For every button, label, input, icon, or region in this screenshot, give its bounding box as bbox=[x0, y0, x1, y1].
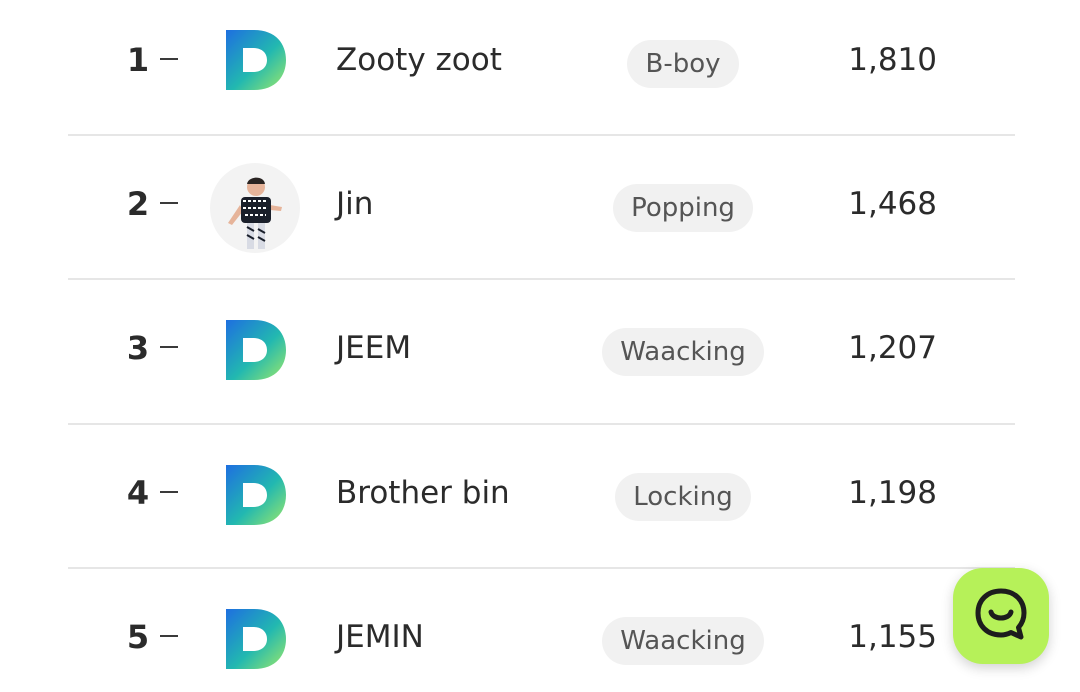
genre-badge-wrap: Waacking bbox=[560, 617, 806, 665]
d-logo-icon[interactable] bbox=[210, 15, 300, 105]
ranking-row[interactable]: 5 JEMIN Waacking 1,155 bbox=[0, 567, 1080, 692]
ranking-list: 1 Zooty zoot B-boy 1,810 2 Jin Popping 1… bbox=[0, 0, 1080, 692]
d-logo-icon[interactable] bbox=[210, 305, 300, 395]
dancer-avatar-photo[interactable] bbox=[210, 163, 300, 253]
chat-button[interactable] bbox=[953, 568, 1049, 664]
genre-badge: Waacking bbox=[602, 328, 764, 376]
score-value: 1,198 bbox=[848, 475, 937, 511]
dash-icon bbox=[160, 491, 178, 493]
dash-icon bbox=[160, 58, 178, 60]
rank-number: 1 bbox=[126, 41, 150, 79]
d-logo-icon[interactable] bbox=[210, 594, 300, 684]
rank-number: 2 bbox=[126, 185, 150, 223]
score-value: 1,810 bbox=[848, 42, 937, 78]
dash-icon bbox=[160, 202, 178, 204]
genre-badge: B-boy bbox=[627, 40, 739, 88]
genre-badge-wrap: Popping bbox=[560, 184, 806, 232]
dash-icon bbox=[160, 346, 178, 348]
genre-badge-wrap: B-boy bbox=[560, 40, 806, 88]
genre-badge-wrap: Locking bbox=[560, 473, 806, 521]
dancer-name[interactable]: JEEM bbox=[336, 328, 411, 368]
score-value: 1,468 bbox=[848, 186, 937, 222]
genre-badge-wrap: Waacking bbox=[560, 328, 806, 376]
rank-number: 3 bbox=[126, 329, 150, 367]
genre-badge: Popping bbox=[613, 184, 753, 232]
rank-number: 4 bbox=[126, 474, 150, 512]
dancer-name[interactable]: JEMIN bbox=[336, 617, 424, 657]
genre-badge: Waacking bbox=[602, 617, 764, 665]
ranking-row[interactable]: 2 Jin Popping 1,468 bbox=[0, 134, 1080, 278]
d-logo-icon[interactable] bbox=[210, 450, 300, 540]
score-value: 1,207 bbox=[848, 330, 937, 366]
ranking-row[interactable]: 4 Brother bin Locking 1,198 bbox=[0, 423, 1080, 567]
ranking-row[interactable]: 1 Zooty zoot B-boy 1,810 bbox=[0, 0, 1080, 132]
ranking-row[interactable]: 3 JEEM Waacking 1,207 bbox=[0, 278, 1080, 422]
dash-icon bbox=[160, 635, 178, 637]
dancer-name[interactable]: Jin bbox=[336, 184, 373, 224]
genre-badge: Locking bbox=[615, 473, 751, 521]
score-value: 1,155 bbox=[848, 619, 937, 655]
chat-smile-icon bbox=[971, 584, 1031, 648]
dancer-name[interactable]: Brother bin bbox=[336, 473, 510, 513]
dancer-name[interactable]: Zooty zoot bbox=[336, 40, 502, 80]
rank-number: 5 bbox=[126, 618, 150, 656]
